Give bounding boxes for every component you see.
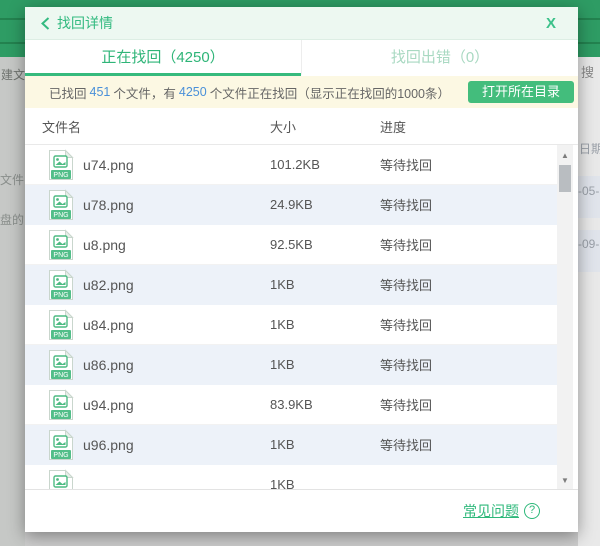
file-name: u74.png: [83, 157, 134, 173]
svg-text:PNG: PNG: [53, 412, 68, 419]
column-header-size: 大小: [270, 117, 296, 136]
file-status: 等待找回: [380, 195, 432, 214]
svg-text:PNG: PNG: [53, 172, 68, 179]
background-date-fragment: -05-: [578, 184, 599, 198]
file-size: 1KB: [270, 277, 295, 292]
table-row[interactable]: PNG u74.png 101.2KB 等待找回: [25, 145, 557, 185]
file-status: 等待找回: [380, 155, 432, 174]
background-text: 文件: [0, 171, 24, 188]
background-left-panel: [0, 57, 25, 546]
found-count: 451: [87, 85, 114, 99]
background-date-column: 日期: [579, 140, 600, 157]
app-backdrop: 建文 文件 盘的 搜 日期 -05- -09- 找回详情 X 正在找回（4250…: [0, 0, 600, 546]
back-button[interactable]: 找回详情: [41, 13, 113, 33]
modal-header: 找回详情 X: [25, 7, 578, 40]
table-row[interactable]: PNG u86.png 1KB 等待找回: [25, 345, 557, 385]
status-text: 已找回: [49, 83, 87, 102]
file-size: 1KB: [270, 477, 295, 490]
file-size: 83.9KB: [270, 397, 313, 412]
svg-text:PNG: PNG: [53, 252, 68, 259]
tab-recovering[interactable]: 正在找回（4250）: [25, 40, 301, 76]
file-status: 等待找回: [380, 395, 432, 414]
file-status: 等待找回: [380, 275, 432, 294]
table-row[interactable]: PNG u78.png 24.9KB 等待找回: [25, 185, 557, 225]
background-search-text: 搜: [581, 62, 594, 81]
file-name: u94.png: [83, 397, 134, 413]
svg-text:PNG: PNG: [53, 292, 68, 299]
pending-count: 4250: [176, 85, 210, 99]
file-size: 1KB: [270, 437, 295, 452]
file-size: 101.2KB: [270, 157, 320, 172]
modal-footer: 常见问题 ?: [25, 490, 578, 532]
scrollbar[interactable]: ▲ ▼: [557, 145, 573, 490]
tab-bar: 正在找回（4250） 找回出错（0）: [25, 40, 578, 76]
svg-text:PNG: PNG: [53, 452, 68, 459]
help-icon[interactable]: ?: [524, 503, 540, 519]
open-directory-button[interactable]: 打开所在目录: [468, 81, 574, 103]
png-file-icon: PNG: [48, 349, 74, 381]
table-row[interactable]: PNG 1KB: [25, 465, 557, 490]
scroll-down-icon[interactable]: ▼: [557, 472, 573, 488]
svg-text:PNG: PNG: [53, 212, 68, 219]
status-text: 个文件正在找回（显示正在找回的1000条）: [210, 83, 450, 102]
png-file-icon: PNG: [48, 229, 74, 261]
png-file-icon: PNG: [48, 469, 74, 490]
background-date-fragment: -09-: [578, 237, 599, 251]
svg-text:PNG: PNG: [53, 372, 68, 379]
scroll-up-icon[interactable]: ▲: [557, 147, 573, 163]
png-file-icon: PNG: [48, 269, 74, 301]
close-icon[interactable]: X: [540, 15, 562, 32]
table-row[interactable]: PNG u84.png 1KB 等待找回: [25, 305, 557, 345]
file-size: 24.9KB: [270, 197, 313, 212]
file-name: u84.png: [83, 317, 134, 333]
png-file-icon: PNG: [48, 189, 74, 221]
recovery-status-bar: 已找回 451 个文件，有 4250 个文件正在找回（显示正在找回的1000条）…: [25, 76, 578, 108]
file-name: u82.png: [83, 277, 134, 293]
scrollbar-thumb[interactable]: [559, 165, 571, 192]
recovery-details-modal: 找回详情 X 正在找回（4250） 找回出错（0） 已找回 451 个文件，有 …: [25, 7, 578, 532]
file-name: u86.png: [83, 357, 134, 373]
table-header: 文件名 大小 进度: [25, 108, 578, 145]
background-text: 建文: [1, 66, 25, 83]
png-file-icon: PNG: [48, 309, 74, 341]
file-status: 等待找回: [380, 315, 432, 334]
svg-text:PNG: PNG: [53, 332, 68, 339]
file-list: PNG u74.png 101.2KB 等待找回 PNG u78.png 24.…: [25, 145, 578, 490]
page-title: 找回详情: [57, 13, 113, 33]
background-right-panel: [578, 57, 600, 546]
table-row[interactable]: PNG u82.png 1KB 等待找回: [25, 265, 557, 305]
status-text: 个文件，有: [113, 83, 176, 102]
background-text: 盘的: [0, 211, 24, 228]
png-file-icon: PNG: [48, 389, 74, 421]
column-header-progress: 进度: [380, 117, 406, 136]
faq-link[interactable]: 常见问题: [463, 501, 519, 521]
tab-recovery-errors[interactable]: 找回出错（0）: [301, 40, 578, 76]
file-status: 等待找回: [380, 355, 432, 374]
table-row[interactable]: PNG u96.png 1KB 等待找回: [25, 425, 557, 465]
file-name: u96.png: [83, 437, 134, 453]
file-size: 1KB: [270, 317, 295, 332]
file-name: u78.png: [83, 197, 134, 213]
file-name: u8.png: [83, 237, 126, 253]
back-chevron-icon: [41, 17, 50, 30]
png-file-icon: PNG: [48, 149, 74, 181]
file-size: 1KB: [270, 357, 295, 372]
file-list-rows: PNG u74.png 101.2KB 等待找回 PNG u78.png 24.…: [25, 145, 557, 490]
file-status: 等待找回: [380, 435, 432, 454]
column-header-filename: 文件名: [42, 117, 81, 136]
file-size: 92.5KB: [270, 237, 313, 252]
table-row[interactable]: PNG u94.png 83.9KB 等待找回: [25, 385, 557, 425]
table-row[interactable]: PNG u8.png 92.5KB 等待找回: [25, 225, 557, 265]
png-file-icon: PNG: [48, 429, 74, 461]
file-status: 等待找回: [380, 235, 432, 254]
